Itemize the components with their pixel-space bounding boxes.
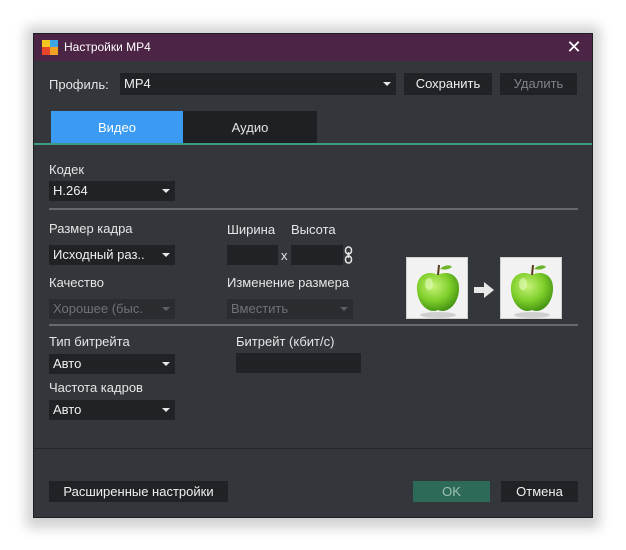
tab-underline [34, 143, 592, 145]
quality-select-value: Хорошее (быс. [53, 301, 143, 316]
bitrate-input[interactable] [236, 353, 361, 373]
width-input[interactable] [227, 245, 278, 265]
resize-select[interactable]: Вместить [227, 299, 353, 319]
times-sign: x [281, 248, 288, 263]
arrow-right-icon [474, 282, 494, 298]
resize-label: Изменение размера [227, 275, 350, 290]
bitrate-label: Битрейт (кбит/с) [236, 334, 335, 349]
chevron-down-icon [162, 307, 170, 311]
bitrate-type-label: Тип битрейта [49, 334, 130, 349]
quality-select[interactable]: Хорошее (быс. [49, 299, 175, 319]
height-label: Высота [291, 222, 336, 237]
chevron-down-icon [383, 82, 391, 86]
profile-label: Профиль: [49, 77, 109, 92]
chevron-down-icon [162, 253, 170, 257]
profile-select[interactable]: MP4 [120, 73, 396, 95]
tab-audio[interactable]: Аудио [183, 111, 317, 144]
section-divider [49, 324, 578, 326]
preview-before [406, 257, 468, 319]
framerate-select-value: Авто [53, 402, 82, 417]
ok-button[interactable]: OK [413, 481, 490, 502]
profile-select-value: MP4 [124, 76, 151, 91]
app-logo-icon [42, 40, 58, 55]
preview-after [500, 257, 562, 319]
chevron-down-icon [162, 408, 170, 412]
chevron-down-icon [162, 189, 170, 193]
apple-preview-icon [416, 264, 460, 318]
tab-video[interactable]: Видео [51, 111, 183, 144]
bitrate-type-select-value: Авто [53, 356, 82, 371]
chain-link-icon[interactable] [344, 246, 353, 264]
advanced-settings-button[interactable]: Расширенные настройки [49, 481, 228, 502]
codec-label: Кодек [49, 162, 85, 177]
apple-preview-icon [510, 264, 554, 318]
chevron-down-icon [162, 362, 170, 366]
bitrate-type-select[interactable]: Авто [49, 354, 175, 374]
codec-select-value: H.264 [53, 183, 88, 198]
cancel-button[interactable]: Отмена [501, 481, 578, 502]
resize-select-value: Вместить [231, 301, 289, 316]
section-divider [49, 208, 578, 210]
mp4-settings-dialog: Настройки MP4 ✕ Профиль: MP4 Сохранить У… [33, 33, 593, 518]
frame-size-label: Размер кадра [49, 221, 133, 236]
framerate-select[interactable]: Авто [49, 400, 175, 420]
codec-select[interactable]: H.264 [49, 181, 175, 201]
chevron-down-icon [340, 307, 348, 311]
close-icon[interactable]: ✕ [564, 37, 584, 57]
frame-size-select[interactable]: Исходный раз.. [49, 245, 175, 265]
frame-size-select-value: Исходный раз.. [53, 247, 145, 262]
title-bar[interactable]: Настройки MP4 ✕ [34, 34, 592, 61]
width-label: Ширина [227, 222, 276, 237]
footer-separator [34, 448, 592, 449]
quality-label: Качество [49, 275, 104, 290]
height-input[interactable] [291, 245, 343, 265]
save-profile-button[interactable]: Сохранить [404, 73, 492, 95]
framerate-label: Частота кадров [49, 380, 143, 395]
delete-profile-button[interactable]: Удалить [500, 73, 577, 95]
window-title: Настройки MP4 [64, 40, 151, 54]
